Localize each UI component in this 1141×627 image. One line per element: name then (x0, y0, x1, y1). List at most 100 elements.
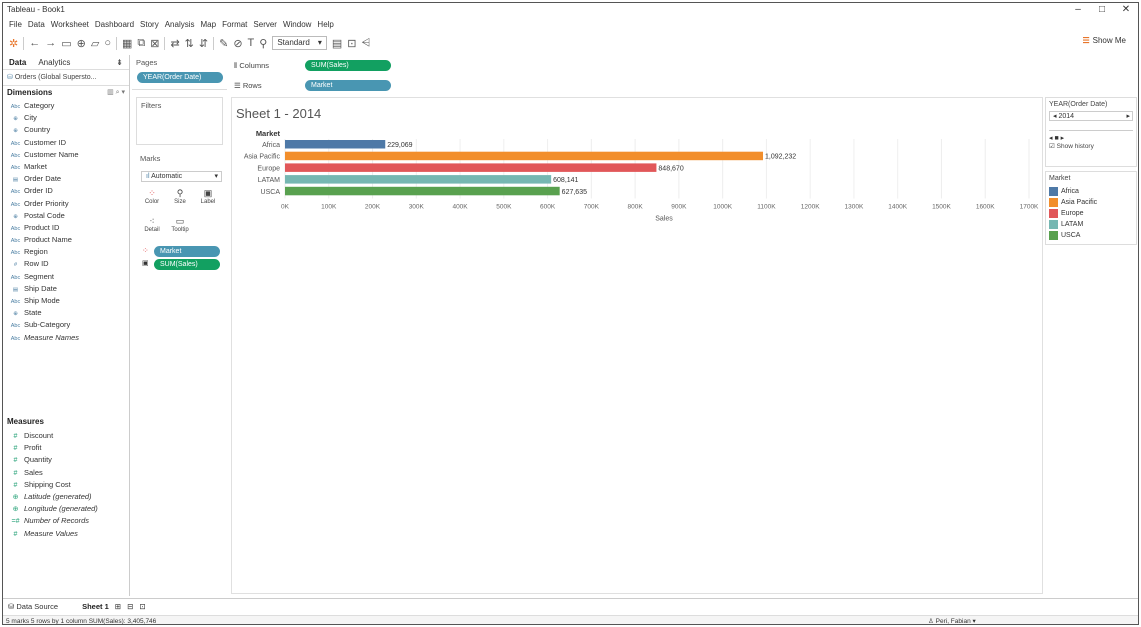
marks-label-pill[interactable]: SUM(Sales) (154, 259, 220, 270)
run-update-icon[interactable]: ○ (104, 37, 111, 49)
save-icon[interactable]: ▭ (61, 37, 71, 50)
size-button[interactable]: ⚲ Size (168, 187, 192, 209)
collapse-pane-icon[interactable]: ⇟ (110, 58, 129, 67)
pause-updates-icon[interactable]: ▱ (91, 37, 99, 50)
menu-window[interactable]: Window (280, 18, 314, 32)
dimension-sub-category[interactable]: Abc Sub-Category (3, 319, 129, 331)
tab-data-source[interactable]: ⛁ Data Source (8, 602, 58, 611)
tab-data[interactable]: Data (3, 58, 32, 67)
share-icon[interactable]: ⩤ (361, 37, 370, 50)
fit-select[interactable]: Standard ▾ (272, 36, 327, 50)
dimension-market[interactable]: Abc Market (3, 161, 129, 173)
redo-icon[interactable]: → (45, 37, 56, 49)
dimension-order-id[interactable]: Abc Order ID (3, 185, 129, 197)
menu-format[interactable]: Format (219, 18, 250, 32)
color-button[interactable]: ⁘ Color (140, 187, 164, 209)
measure-shipping-cost[interactable]: # Shipping Cost (3, 479, 130, 491)
filters-card[interactable]: Filters (136, 97, 223, 145)
new-worksheet-icon[interactable]: ▦ (122, 37, 132, 50)
sort-descending-icon[interactable]: ⇵ (199, 37, 208, 50)
measure-profit[interactable]: # Profit (3, 442, 130, 454)
presentation-icon[interactable]: ⊡ (347, 37, 356, 50)
measure-quantity[interactable]: # Quantity (3, 454, 130, 466)
highlight-icon[interactable]: ✎ (219, 37, 228, 50)
tab-sheet1[interactable]: Sheet 1 (82, 602, 109, 611)
rows-pill[interactable]: Market (305, 80, 391, 91)
menu-help[interactable]: Help (314, 18, 336, 32)
measure-discount[interactable]: # Discount (3, 430, 130, 442)
legend-item[interactable]: USCA (1049, 230, 1133, 241)
labels-icon[interactable]: T (248, 37, 255, 49)
dimension-order-date[interactable]: ▤ Order Date (3, 173, 129, 185)
swap-icon[interactable]: ⇄ (170, 37, 179, 50)
page-year-select[interactable]: ◂ 2014 ▸ (1049, 111, 1133, 121)
menu-file[interactable]: File (6, 18, 25, 32)
page-slider[interactable] (1049, 121, 1133, 131)
legend-item[interactable]: Asia Pacific (1049, 197, 1133, 208)
new-datasource-icon[interactable]: ⊕ (77, 37, 86, 50)
label-button[interactable]: ▣ Label (196, 187, 220, 209)
group-icon[interactable]: ⊘ (233, 37, 242, 50)
clear-sheet-icon[interactable]: ⊠ (150, 37, 159, 50)
tab-analytics[interactable]: Analytics (32, 58, 76, 67)
marks-color-pill[interactable]: Market (154, 246, 220, 257)
legend-item[interactable]: Europe (1049, 208, 1133, 219)
dimension-order-priority[interactable]: Abc Order Priority (3, 198, 129, 210)
dimension-ship-mode[interactable]: Abc Ship Mode (3, 295, 129, 307)
sort-ascending-icon[interactable]: ⇅ (185, 37, 194, 50)
measure-latitude-generated[interactable]: ⊕ Latitude (generated) (3, 491, 130, 503)
menu-server[interactable]: Server (250, 18, 280, 32)
legend-item[interactable]: Africa (1049, 186, 1133, 197)
duplicate-sheet-icon[interactable]: ⧉ (137, 37, 145, 50)
maximize-button[interactable]: □ (1090, 3, 1114, 17)
measure-number-of-records[interactable]: =# Number of Records (3, 515, 130, 527)
new-dashboard-tab-icon[interactable]: ⊟ (127, 602, 133, 611)
menu-story[interactable]: Story (137, 18, 162, 32)
datasource-item[interactable]: ⛁ Orders (Global Supersto... (3, 70, 129, 86)
new-worksheet-tab-icon[interactable]: ⊞ (115, 602, 121, 611)
next-icon[interactable]: ▸ (1126, 112, 1132, 121)
dimension-customer-id[interactable]: Abc Customer ID (3, 137, 129, 149)
show-me-button[interactable]: ☰ Show Me (1082, 36, 1126, 45)
dimension-segment[interactable]: Abc Segment (3, 271, 129, 283)
category-label: Asia Pacific (244, 154, 281, 161)
new-story-tab-icon[interactable]: ⊡ (139, 602, 145, 611)
detail-button[interactable]: ⁖ Detail (140, 215, 164, 237)
minimize-button[interactable]: – (1066, 3, 1090, 17)
dimension-product-name[interactable]: Abc Product Name (3, 234, 129, 246)
pin-icon[interactable]: ⚲ (259, 37, 267, 50)
measure-sales[interactable]: # Sales (3, 467, 130, 479)
dimension-city[interactable]: ⊕ City (3, 112, 129, 124)
close-button[interactable]: ✕ (1114, 3, 1138, 17)
dimension-product-id[interactable]: Abc Product ID (3, 222, 129, 234)
menu-map[interactable]: Map (198, 18, 220, 32)
menu-dashboard[interactable]: Dashboard (92, 18, 137, 32)
legend-item[interactable]: LATAM (1049, 219, 1133, 230)
dimension-row-id[interactable]: # Row ID (3, 258, 129, 270)
measure-measure-values[interactable]: # Measure Values (3, 528, 130, 540)
dimension-measure-names[interactable]: Abc Measure Names (3, 332, 129, 344)
menu-data[interactable]: Data (25, 18, 48, 32)
mark-type-select[interactable]: ıl Automatic ▾ (141, 171, 222, 182)
columns-pill[interactable]: SUM(Sales) (305, 60, 391, 71)
dimension-customer-name[interactable]: Abc Customer Name (3, 149, 129, 161)
dimension-country[interactable]: ⊕ Country (3, 124, 129, 136)
menu-worksheet[interactable]: Worksheet (48, 18, 92, 32)
undo-icon[interactable]: ← (29, 37, 40, 49)
dimension-category[interactable]: Abc Category (3, 100, 129, 112)
legend-swatch (1049, 209, 1058, 218)
tooltip-button[interactable]: ▭ Tooltip (168, 215, 192, 237)
dimension-state[interactable]: ⊕ State (3, 307, 129, 319)
search-icon[interactable]: ▥ ⌕ ▾ (107, 86, 125, 100)
measure-longitude-generated[interactable]: ⊕ Longitude (generated) (3, 503, 130, 515)
dimension-ship-date[interactable]: ▤ Ship Date (3, 283, 129, 295)
dimension-postal-code[interactable]: ⊕ Postal Code (3, 210, 129, 222)
playback-controls[interactable]: ◂ ■ ▸ (1049, 134, 1133, 142)
show-history-checkbox[interactable]: ☑ Show history (1049, 142, 1133, 150)
user-menu[interactable]: ♙ Peri, Fabian ▾ (928, 616, 976, 624)
show-cards-icon[interactable]: ▤ (332, 37, 342, 50)
dimension-region[interactable]: Abc Region (3, 246, 129, 258)
pages-pill[interactable]: YEAR(Order Date) (137, 72, 223, 83)
menu-analysis[interactable]: Analysis (162, 18, 198, 32)
field-name: Row ID (24, 259, 49, 269)
